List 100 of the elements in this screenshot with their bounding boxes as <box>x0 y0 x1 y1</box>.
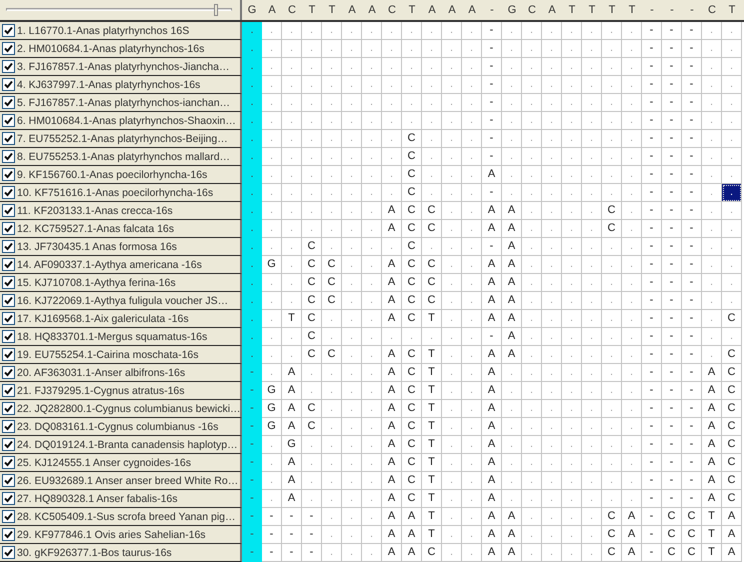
row-checkbox[interactable] <box>2 384 15 397</box>
site-header: T <box>408 3 416 18</box>
row-checkbox[interactable] <box>2 276 15 289</box>
row-checkbox[interactable] <box>2 78 15 91</box>
base-cell: . <box>542 382 562 400</box>
base-cell: . <box>522 310 542 328</box>
base-cell: - <box>682 202 702 220</box>
slider-thumb[interactable] <box>214 4 218 16</box>
base-cell: . <box>282 346 302 364</box>
base-cell: . <box>582 544 602 562</box>
row-checkbox[interactable] <box>2 492 15 505</box>
base-cell: - <box>642 436 662 454</box>
base-cell: . <box>462 292 482 310</box>
base-cell: . <box>262 40 282 58</box>
row-checkbox[interactable] <box>2 204 15 217</box>
base-cell: . <box>262 130 282 148</box>
base-cell: - <box>282 526 302 544</box>
base-cell: . <box>702 256 722 274</box>
base-cell: . <box>622 364 642 382</box>
row-checkbox[interactable] <box>2 348 15 361</box>
row-checkbox[interactable] <box>2 366 15 379</box>
base-cell: . <box>602 112 622 130</box>
base-cell: - <box>682 166 702 184</box>
row-checkbox[interactable] <box>2 312 15 325</box>
base-cell: . <box>542 22 562 40</box>
base-cell: - <box>482 94 502 112</box>
base-cell: . <box>462 436 482 454</box>
row-checkbox[interactable] <box>2 132 15 145</box>
base-cell: . <box>562 184 582 202</box>
base-cell[interactable]: . <box>722 184 742 202</box>
base-cell: . <box>562 238 582 256</box>
base-cell: . <box>542 184 562 202</box>
base-cell: C <box>402 436 422 454</box>
row-checkbox[interactable] <box>2 186 15 199</box>
site-header: G <box>246 3 258 18</box>
row-checkbox[interactable] <box>2 294 15 307</box>
base-cell: - <box>682 310 702 328</box>
base-cell: . <box>242 22 262 40</box>
row-checkbox[interactable] <box>2 456 15 469</box>
base-cell: . <box>542 310 562 328</box>
base-cell: . <box>502 436 522 454</box>
base-cell: - <box>682 130 702 148</box>
column-slider[interactable] <box>6 4 232 16</box>
base-cell: . <box>602 256 622 274</box>
row-checkbox[interactable] <box>2 168 15 181</box>
base-cell: . <box>302 40 322 58</box>
row-checkbox[interactable] <box>2 528 15 541</box>
base-cell: . <box>722 112 742 130</box>
base-cell: . <box>582 220 602 238</box>
base-cell: . <box>442 40 462 58</box>
site-header: G <box>506 3 518 18</box>
base-cell: . <box>242 130 262 148</box>
base-cell: . <box>602 94 622 112</box>
row-checkbox[interactable] <box>2 60 15 73</box>
base-cell: A <box>382 418 402 436</box>
base-cell: - <box>682 148 702 166</box>
base-cell: . <box>622 454 642 472</box>
row-checkbox[interactable] <box>2 510 15 523</box>
base-cell: . <box>302 58 322 76</box>
base-cell: . <box>302 184 322 202</box>
row-checkbox[interactable] <box>2 474 15 487</box>
row-checkbox[interactable] <box>2 438 15 451</box>
row-checkbox[interactable] <box>2 330 15 343</box>
base-cell: A <box>702 454 722 472</box>
base-cell: A <box>482 256 502 274</box>
row-checkbox[interactable] <box>2 222 15 235</box>
base-cell: . <box>462 58 482 76</box>
row-checkbox[interactable] <box>2 150 15 163</box>
row-checkbox[interactable] <box>2 96 15 109</box>
row-checkbox[interactable] <box>2 240 15 253</box>
row-checkbox[interactable] <box>2 114 15 127</box>
base-cell: A <box>502 292 522 310</box>
base-cell: . <box>622 130 642 148</box>
row-checkbox[interactable] <box>2 420 15 433</box>
row-checkbox[interactable] <box>2 258 15 271</box>
base-cell: . <box>562 544 582 562</box>
base-cell: A <box>482 544 502 562</box>
row-checkbox[interactable] <box>2 402 15 415</box>
base-cell: . <box>382 76 402 94</box>
base-cell: . <box>442 310 462 328</box>
base-cell: - <box>482 328 502 346</box>
base-cell: C <box>682 544 702 562</box>
base-cell: . <box>562 40 582 58</box>
base-cell: C <box>322 256 342 274</box>
base-cell: . <box>302 454 322 472</box>
base-cell: . <box>622 40 642 58</box>
base-cell: - <box>662 130 682 148</box>
base-cell: . <box>382 40 402 58</box>
base-cell: . <box>462 220 482 238</box>
sequence-name: 12. KC759527.1-Anas falcata 16s <box>17 222 174 234</box>
site-header: T <box>328 3 336 18</box>
base-cell: . <box>362 328 382 346</box>
row-checkbox[interactable] <box>2 42 15 55</box>
row-checkbox[interactable] <box>2 546 15 559</box>
row-checkbox[interactable] <box>2 24 15 37</box>
base-cell: . <box>242 148 262 166</box>
base-cell: - <box>642 256 662 274</box>
base-cell: C <box>722 436 742 454</box>
base-cell: . <box>722 58 742 76</box>
sequence-name: 27. HQ890328.1 Anser fabalis-16s <box>17 492 178 504</box>
